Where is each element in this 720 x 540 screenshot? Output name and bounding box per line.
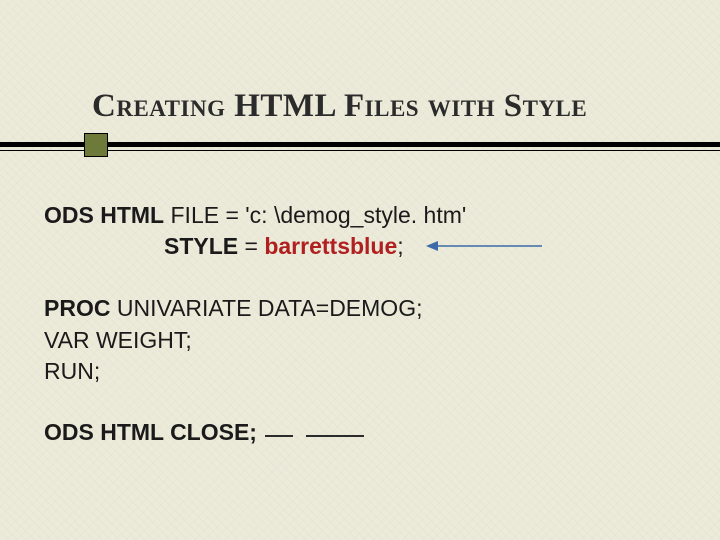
semicolon: ;: [397, 233, 403, 259]
code-text: FILE = 'c: \demog_style. htm': [164, 202, 466, 228]
slide-title: Creating HTML Files with Style: [92, 88, 680, 125]
code-line-5: RUN;: [44, 356, 680, 387]
keyword-proc: PROC: [44, 295, 110, 321]
title-accent-square: [84, 133, 108, 157]
arrow-left-icon: [424, 232, 544, 263]
fill-in-blank: [265, 435, 293, 437]
code-line-1: ODS HTML FILE = 'c: \demog_style. htm': [44, 200, 680, 231]
code-line-3: PROC UNIVARIATE DATA=DEMOG;: [44, 293, 680, 324]
code-line-2: STYLE = barrettsblue;: [44, 231, 680, 263]
title-rule-thin: [0, 150, 720, 151]
keyword-ods-close: ODS HTML CLOSE;: [44, 419, 257, 445]
style-value: barrettsblue: [264, 233, 397, 259]
code-line-6: ODS HTML CLOSE;: [44, 417, 680, 448]
code-text: UNIVARIATE DATA=DEMOG;: [110, 295, 422, 321]
title-rule-thick: [0, 142, 720, 147]
code-block: ODS HTML FILE = 'c: \demog_style. htm' S…: [44, 200, 680, 448]
equals-text: =: [238, 233, 264, 259]
keyword-style: STYLE: [164, 233, 238, 259]
keyword-ods-html: ODS HTML: [44, 202, 164, 228]
fill-in-blank: [306, 435, 364, 437]
code-line-4: VAR WEIGHT;: [44, 325, 680, 356]
